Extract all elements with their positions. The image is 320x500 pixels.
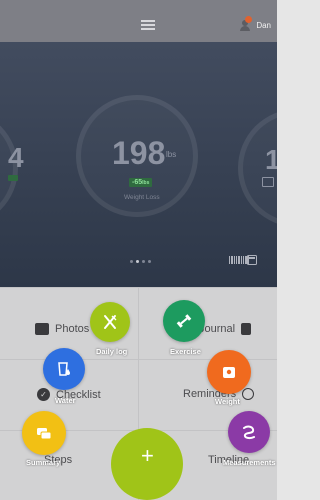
tape-measure-icon [243, 425, 255, 440]
water-glass-icon [58, 362, 70, 376]
scale-icon[interactable] [247, 255, 257, 265]
utensils-icon [104, 315, 117, 329]
user-name: Dan [256, 20, 271, 30]
weight-value: 198 [112, 135, 166, 171]
grid-item-photos[interactable]: Photos [35, 323, 89, 335]
summary-label: Summary [26, 458, 61, 467]
stats-carousel[interactable]: 4 198 lbs -65lbs Weight Loss 1 [0, 42, 277, 287]
weight-unit: lbs [166, 150, 177, 159]
plus-icon: + [141, 443, 154, 468]
page-indicator [130, 260, 151, 263]
user-menu[interactable]: Dan [239, 16, 271, 31]
add-button[interactable]: + [111, 428, 183, 500]
top-bar: Dan [0, 0, 277, 42]
exercise-label: Exercise [170, 347, 201, 356]
journal-icon [241, 323, 252, 335]
page-dot [142, 260, 145, 263]
notification-badge [245, 16, 253, 23]
daily-log-button[interactable] [90, 302, 130, 342]
dumbbell-icon [176, 314, 192, 328]
photo-icon [35, 323, 49, 335]
measurements-button[interactable] [228, 411, 270, 453]
left-stat-badge [8, 175, 18, 181]
weight-label: Weight [215, 397, 240, 406]
left-stat-value: 4 [8, 142, 24, 173]
right-stat-icon [262, 177, 274, 187]
page-dot [148, 260, 151, 263]
clock-icon [242, 388, 255, 400]
chat-bubbles-icon [37, 428, 52, 440]
weight-caption: Weight Loss [124, 194, 160, 201]
weight-delta-badge: -65lbs [129, 178, 153, 187]
exercise-button[interactable] [163, 300, 205, 342]
menu-icon[interactable] [141, 20, 155, 30]
grid-item-journal[interactable]: Journal [199, 323, 252, 335]
water-label: Water [55, 396, 76, 405]
weight-icon [223, 367, 235, 378]
barcode-icon[interactable] [229, 256, 249, 264]
right-stat-value: 1 [265, 144, 277, 175]
measurements-label: Measurements [223, 458, 276, 467]
daily-log-label: Daily log [96, 347, 128, 356]
page-dot-active [136, 260, 139, 263]
page-dot [130, 260, 133, 263]
check-icon: ✓ [37, 388, 50, 401]
water-button[interactable] [43, 348, 85, 390]
weight-button[interactable] [207, 350, 251, 394]
avatar-icon [239, 16, 253, 31]
summary-button[interactable] [22, 411, 66, 455]
